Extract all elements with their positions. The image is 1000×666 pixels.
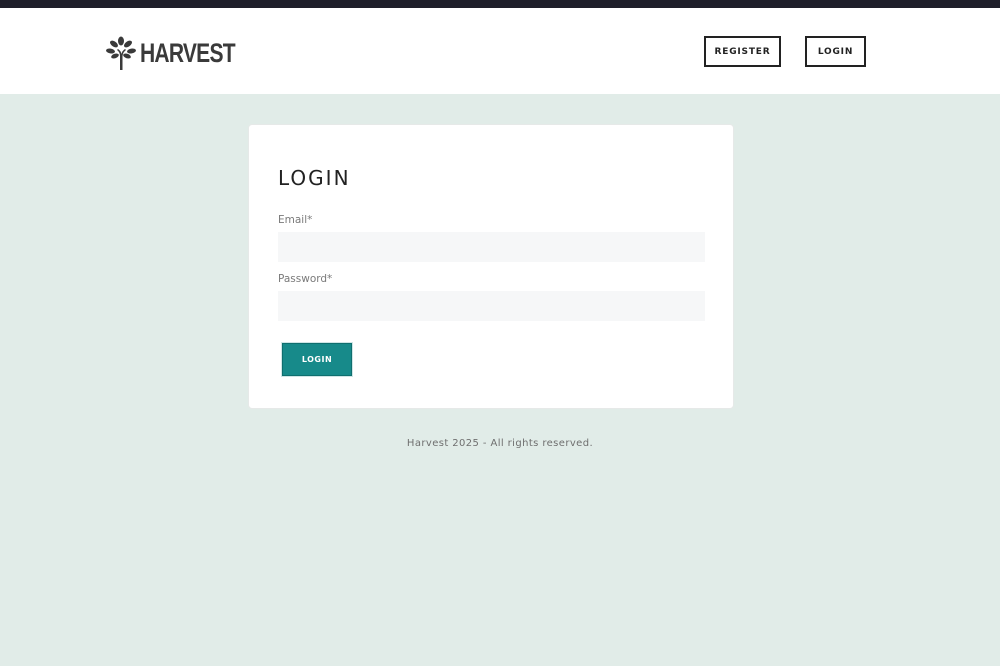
email-field[interactable] [278,232,705,262]
email-label: Email* [278,214,313,226]
footer-text: Harvest 2025 - All rights reserved. [406,438,594,449]
password-field[interactable] [278,291,705,321]
login-nav-button[interactable]: LOGIN [805,36,866,67]
login-card: LOGIN Email* Password* LOGIN [248,124,734,409]
brand-logo[interactable]: HARVEST [106,36,262,70]
register-button[interactable]: REGISTER [704,36,781,67]
password-label: Password* [278,273,333,285]
tree-icon [106,36,136,70]
page-title: LOGIN [278,166,351,190]
top-strip [0,0,1000,8]
login-submit-button[interactable]: LOGIN [282,343,352,376]
site-header: HARVEST REGISTER LOGIN [0,8,1000,94]
brand-name: HARVEST [140,38,236,68]
